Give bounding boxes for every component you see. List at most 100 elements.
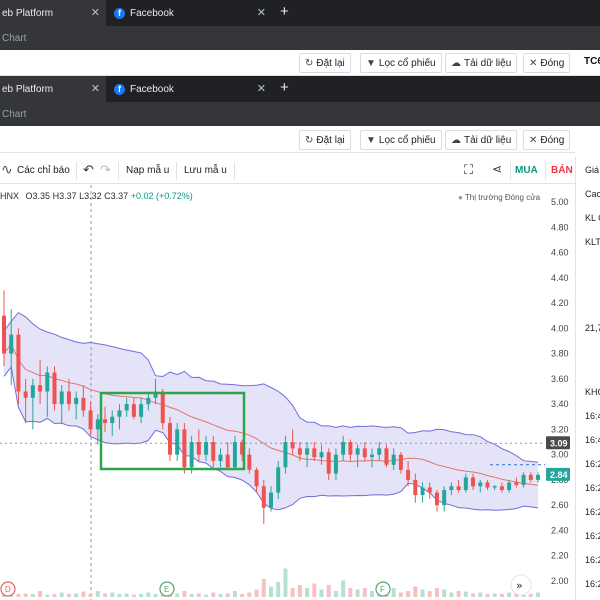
candle-body: [536, 474, 540, 480]
candle-body: [146, 397, 151, 405]
y-axis-tick-label: 4.20: [551, 298, 569, 308]
quote-side-panel: Giá Cao KL C KLT 21,7 KHC 16:4 16:4 16:2 16:2 16:2…: [575, 157, 600, 600]
volume-bar: [492, 593, 497, 597]
close-button[interactable]: ✕ Đóng: [523, 130, 571, 150]
reset-button[interactable]: ↻ Đặt lại: [299, 53, 351, 73]
volume-bar: [225, 593, 230, 597]
new-tab-plus-icon[interactable]: +: [280, 3, 289, 20]
volume-bar: [182, 591, 187, 597]
y-axis-tick-label: 4.00: [551, 323, 569, 333]
volume-bar: [276, 582, 281, 597]
save-template-button[interactable]: Lưu mẫ u: [184, 165, 227, 176]
download-data-button[interactable]: ☁ Tải dữ liệu: [445, 53, 518, 73]
tab-title: eb Platform: [2, 83, 54, 95]
side-panel-label: 16:4: [585, 411, 600, 421]
reset-button[interactable]: ↻ Đặt lại: [299, 130, 351, 150]
side-panel-label: 16:2: [585, 507, 600, 517]
candle-body: [413, 479, 418, 496]
candle-body: [124, 404, 129, 411]
download-data-button[interactable]: ☁ Tải dữ liệu: [445, 130, 518, 150]
y-axis-tick-label: 3.20: [551, 424, 569, 434]
candle-body: [9, 334, 14, 354]
address-bar-second[interactable]: Chart: [0, 102, 600, 126]
close-button[interactable]: ✕ Đóng: [523, 53, 571, 73]
volume-bar: [52, 594, 57, 597]
browser-tab-platform[interactable]: eb Platform ✕: [0, 76, 106, 102]
share-icon[interactable]: ⋖: [492, 162, 502, 176]
y-axis-tick-label: 2.00: [551, 576, 569, 586]
redo-icon[interactable]: ↷: [100, 162, 111, 178]
undo-icon[interactable]: ↶: [83, 162, 94, 178]
browser-tab-facebook[interactable]: f Facebook ✕: [108, 76, 272, 102]
high-value: H3.37: [52, 191, 77, 201]
reset-icon: ↻: [305, 57, 314, 69]
volume-bar: [232, 591, 237, 597]
fullscreen-icon[interactable]: ⛶: [464, 162, 473, 178]
y-axis-tick-label: 2.40: [551, 525, 569, 535]
sell-button[interactable]: BÁN: [551, 165, 573, 176]
volume-bar: [240, 594, 245, 597]
new-tab-plus-icon[interactable]: +: [280, 79, 289, 96]
exchange-label: HNX: [0, 191, 20, 201]
candle-body: [398, 454, 403, 470]
volume-bar: [297, 585, 302, 597]
y-axis-tick-label: 3.00: [551, 450, 569, 460]
candle-body: [131, 404, 136, 417]
buy-button[interactable]: MUA: [515, 165, 538, 176]
reset-label: Đặt lại: [316, 57, 345, 69]
candle-body: [333, 454, 338, 474]
close-icon: ✕: [529, 134, 538, 146]
volume-bar: [45, 594, 50, 597]
price-chart[interactable]: 5.00 4.80 4.60 4.40 4.20 4.00 3.80 3.60 3.40 3.20…: [0, 185, 575, 600]
candle-body: [189, 442, 194, 468]
load-template-button[interactable]: Nạp mẫ u: [126, 165, 169, 176]
candle-body: [88, 410, 93, 430]
candle-body: [319, 452, 324, 458]
browser-tab-facebook[interactable]: f Facebook ✕: [108, 0, 272, 26]
close-icon[interactable]: ✕: [257, 6, 266, 19]
close-icon[interactable]: ✕: [91, 6, 100, 19]
close-icon[interactable]: ✕: [91, 82, 100, 95]
second-toolbar: ↻ Đặt lại ▼ Lọc cổ phiếu ☁ Tải dữ liệu ✕ Đón…: [0, 127, 575, 153]
candle-body: [485, 482, 490, 488]
side-panel-label: 16:2: [585, 531, 600, 541]
filter-stocks-button[interactable]: ▼ Lọc cổ phiếu: [360, 53, 442, 73]
candle-body: [16, 334, 21, 392]
volume-bar: [536, 592, 540, 597]
volume-bar: [146, 592, 151, 597]
browser-tab-platform[interactable]: eb Platform ✕: [0, 0, 106, 26]
candle-body: [23, 391, 28, 398]
candle-body: [59, 391, 64, 405]
volume-bar: [391, 588, 396, 597]
candle-body: [269, 492, 273, 508]
close-value: C3.37: [104, 191, 129, 201]
volume-bar: [153, 594, 158, 597]
volume-bar: [30, 594, 35, 597]
side-panel-label: 21,7: [585, 323, 600, 333]
candle-body: [276, 467, 281, 493]
event-marker-d-text: D: [5, 585, 11, 594]
candle-body: [297, 448, 302, 455]
volume-bar: [23, 593, 28, 597]
y-axis-tick-label: 3.80: [551, 349, 569, 359]
volume-bar: [528, 594, 533, 597]
symbol-header: TC6: [584, 56, 600, 67]
volume-bar: [333, 591, 338, 597]
candle-body: [312, 448, 317, 458]
candle-body: [528, 474, 533, 480]
volume-bar: [218, 594, 223, 597]
candle-body: [167, 423, 172, 455]
indicators-button[interactable]: Các chỉ báo: [17, 165, 70, 176]
volume-bar: [471, 593, 476, 597]
volume-bar: [204, 594, 209, 597]
volume-bar: [139, 594, 144, 597]
close-icon[interactable]: ✕: [257, 82, 266, 95]
indicators-icon[interactable]: ∿: [1, 161, 13, 178]
filter-stocks-button[interactable]: ▼ Lọc cổ phiếu: [360, 130, 442, 150]
address-bar[interactable]: Chart: [0, 26, 600, 50]
volume-bar: [81, 591, 86, 597]
candle-body: [391, 454, 396, 465]
candle-body: [514, 482, 519, 485]
volume-bar: [449, 592, 454, 597]
volume-bar: [406, 591, 411, 597]
